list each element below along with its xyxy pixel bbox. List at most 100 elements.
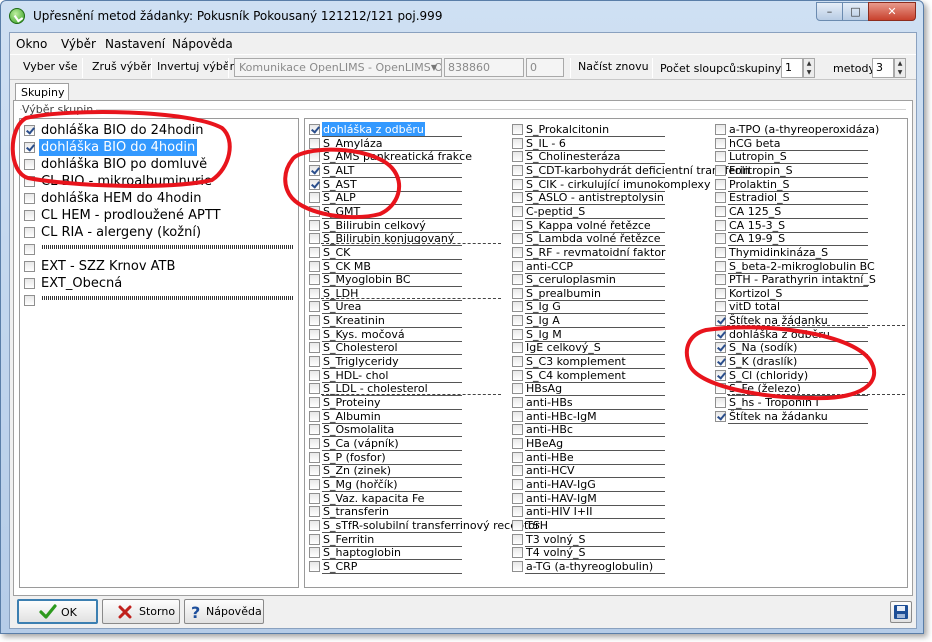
method-checkbox[interactable]	[309, 424, 320, 436]
method-checkbox[interactable]	[715, 124, 726, 135]
method-checkbox[interactable]	[512, 192, 523, 204]
group-checkbox[interactable]	[24, 261, 35, 272]
method-checkbox[interactable]	[512, 383, 523, 395]
method-checkbox[interactable]	[512, 451, 523, 463]
method-checkbox[interactable]	[512, 547, 523, 559]
method-checkbox[interactable]	[512, 369, 523, 381]
method-checkbox[interactable]	[512, 315, 523, 327]
group-checkbox[interactable]	[24, 295, 35, 306]
method-checkbox[interactable]	[715, 342, 726, 354]
method-checkbox[interactable]	[715, 315, 726, 327]
group-list[interactable]: dohláška BIO do 24hodin dohláška BIO do 4…	[19, 118, 299, 588]
group-list-item[interactable]: CL HEM - prodloužené APTT	[22, 207, 294, 224]
groups-spinner[interactable]: 1	[781, 58, 803, 78]
method-checkbox[interactable]	[512, 437, 523, 449]
method-checkbox[interactable]	[309, 492, 320, 504]
title-bar[interactable]: Upřesnění metod žádanky: Pokusník Pokous…	[1, 1, 923, 31]
reload-button[interactable]: Načíst znovu	[578, 60, 649, 73]
group-list-item[interactable]: EXT - SZZ Krnov ATB	[22, 258, 294, 275]
tab-skupiny[interactable]: Skupiny	[15, 83, 69, 101]
method-item[interactable]: Štítek na žádanku	[713, 408, 907, 425]
group-list-item[interactable]: dohláška HEM do 4hodin	[22, 190, 294, 207]
method-checkbox[interactable]	[715, 151, 726, 163]
communication-combo[interactable]: Komunikace OpenLIMS - OpenLIMS O ▼	[234, 58, 442, 77]
method-checkbox[interactable]	[715, 164, 726, 176]
group-checkbox[interactable]	[24, 142, 35, 153]
method-checkbox[interactable]	[512, 164, 523, 176]
method-checkbox[interactable]	[512, 124, 523, 135]
method-checkbox[interactable]	[309, 151, 320, 163]
method-checkbox[interactable]	[309, 451, 320, 463]
method-checkbox[interactable]	[309, 205, 320, 217]
chevron-down-icon[interactable]: ▼	[427, 59, 441, 76]
method-list[interactable]: dohláška z odběru S_Amyláza S_AMS pankreat…	[304, 118, 908, 588]
group-checkbox[interactable]	[24, 193, 35, 204]
method-checkbox[interactable]	[309, 465, 320, 477]
method-checkbox[interactable]	[512, 205, 523, 217]
invert-selection-button[interactable]: Invertuj výběr	[157, 60, 234, 73]
group-checkbox[interactable]	[24, 210, 35, 221]
group-checkbox[interactable]	[24, 125, 35, 136]
method-checkbox[interactable]	[309, 410, 320, 422]
method-checkbox[interactable]	[309, 260, 320, 272]
method-checkbox[interactable]	[309, 397, 320, 408]
method-checkbox[interactable]	[512, 342, 523, 354]
group-checkbox[interactable]	[24, 176, 35, 187]
method-checkbox[interactable]	[715, 219, 726, 231]
method-checkbox[interactable]	[715, 137, 726, 149]
method-checkbox[interactable]	[512, 560, 523, 572]
method-checkbox[interactable]	[715, 356, 726, 368]
method-checkbox[interactable]	[512, 397, 523, 408]
close-button[interactable]: ✕	[868, 2, 916, 21]
method-checkbox[interactable]	[309, 219, 320, 231]
method-checkbox[interactable]	[715, 383, 726, 395]
method-item[interactable]: a-TG (a-thyreoglobulin)	[510, 558, 708, 575]
method-checkbox[interactable]	[309, 533, 320, 545]
method-checkbox[interactable]	[309, 287, 320, 299]
method-checkbox[interactable]	[715, 205, 726, 217]
group-list-item[interactable]: EXT_Obecná	[22, 275, 294, 292]
method-checkbox[interactable]	[715, 260, 726, 272]
method-checkbox[interactable]	[512, 233, 523, 245]
method-checkbox[interactable]	[512, 356, 523, 368]
ok-button[interactable]: OK	[17, 599, 98, 624]
method-checkbox[interactable]	[512, 328, 523, 340]
group-list-item[interactable]: dohláška BIO po domluvě	[22, 156, 294, 173]
help-button[interactable]: ? Nápověda	[184, 599, 264, 624]
method-item[interactable]: S_CRP	[307, 558, 503, 575]
method-checkbox[interactable]	[715, 192, 726, 204]
method-checkbox[interactable]	[512, 287, 523, 299]
group-checkbox[interactable]	[24, 159, 35, 170]
method-checkbox[interactable]	[512, 137, 523, 149]
maximize-button[interactable]: □	[842, 2, 869, 21]
method-checkbox[interactable]	[309, 124, 320, 135]
method-checkbox[interactable]	[715, 369, 726, 381]
menu-okno[interactable]: Okno	[16, 37, 47, 51]
group-list-item[interactable]: CL RIA - alergeny (kožní)	[22, 224, 294, 241]
method-checkbox[interactable]	[512, 301, 523, 313]
group-list-item[interactable]	[22, 292, 294, 309]
group-list-item[interactable]: CL BIO - mikroalbuminurie	[22, 173, 294, 190]
method-checkbox[interactable]	[309, 315, 320, 327]
groups-spinner-arrows[interactable]: ▲ ▼	[803, 58, 815, 78]
method-checkbox[interactable]	[309, 369, 320, 381]
group-checkbox[interactable]	[24, 244, 35, 255]
method-checkbox[interactable]	[715, 178, 726, 190]
method-checkbox[interactable]	[309, 137, 320, 149]
method-checkbox[interactable]	[512, 533, 523, 545]
method-checkbox[interactable]	[309, 178, 320, 190]
cancel-button[interactable]: Storno	[102, 599, 180, 624]
method-checkbox[interactable]	[309, 246, 320, 258]
menu-napoveda[interactable]: Nápověda	[172, 37, 233, 51]
method-checkbox[interactable]	[512, 246, 523, 258]
methods-spinner[interactable]: 3	[872, 58, 894, 78]
method-checkbox[interactable]	[715, 301, 726, 313]
group-checkbox[interactable]	[24, 278, 35, 289]
method-checkbox[interactable]	[309, 192, 320, 204]
method-checkbox[interactable]	[309, 301, 320, 313]
method-checkbox[interactable]	[715, 287, 726, 299]
method-checkbox[interactable]	[715, 246, 726, 258]
method-checkbox[interactable]	[512, 178, 523, 190]
method-checkbox[interactable]	[309, 547, 320, 559]
method-checkbox[interactable]	[512, 506, 523, 518]
